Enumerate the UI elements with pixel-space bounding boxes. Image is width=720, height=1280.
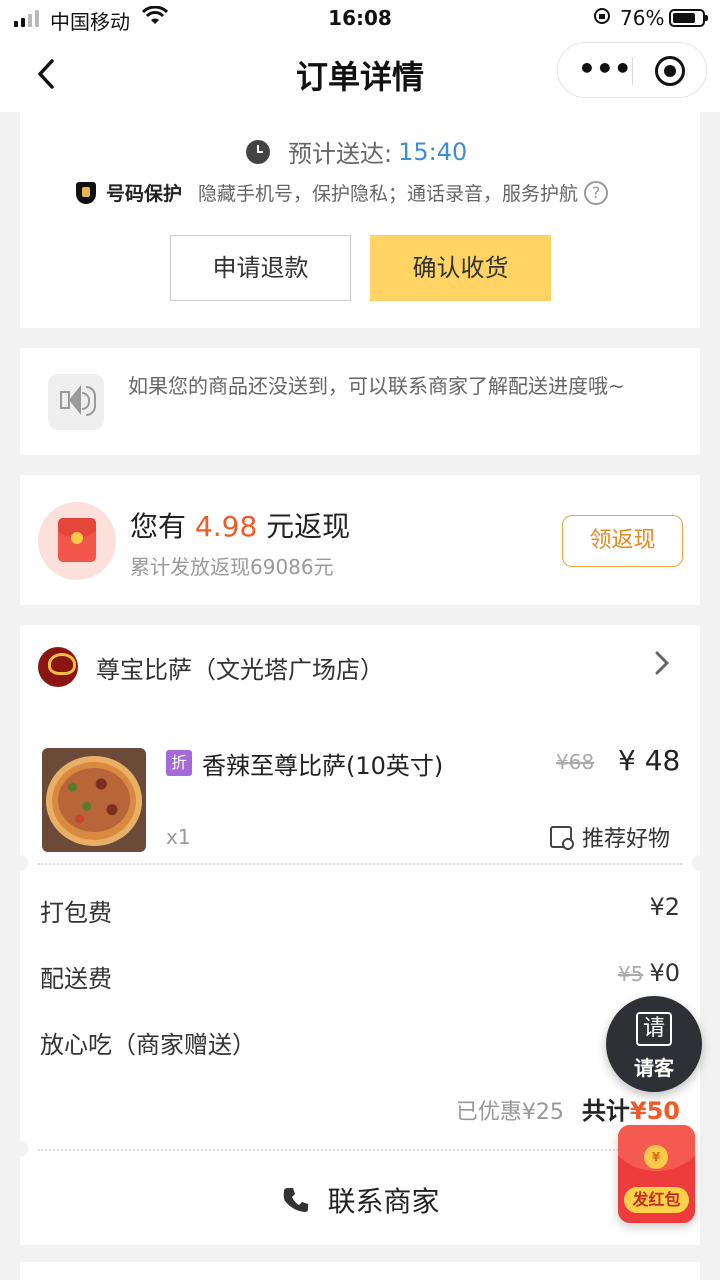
fee-value-text: ¥2 xyxy=(649,893,680,921)
recommend-label: 推荐好物 xyxy=(582,827,671,852)
cashback-suffix: 元返现 xyxy=(266,510,351,543)
phone-icon xyxy=(281,1185,320,1218)
protection-title: 号码保护 xyxy=(106,183,183,205)
product-quantity: x1 xyxy=(166,825,191,849)
total-label: 共计 xyxy=(581,1097,630,1125)
fee-label: 打包费 xyxy=(40,899,112,927)
rotation-lock-icon xyxy=(592,6,612,31)
recommend-button[interactable]: 推荐好物 xyxy=(550,821,670,853)
fee-value: ¥2 xyxy=(649,893,680,921)
fee-value: ¥5 ¥0 xyxy=(618,959,680,987)
next-card xyxy=(20,1262,700,1280)
cashback-card: 您有 4.98 元返现 累计发放返现69086元 领返现 xyxy=(20,475,700,605)
contact-label: 联系商家 xyxy=(327,1185,440,1218)
claim-cashback-button[interactable]: 领返现 xyxy=(562,515,683,567)
fee-value-text: ¥0 xyxy=(649,959,680,987)
eta-row: 预计送达: 15:40 xyxy=(246,134,467,169)
delivery-card: 预计送达: 15:40 号码保护 隐藏手机号，保护隐私；通话录音，服务护航 ? … xyxy=(20,112,700,328)
clock-time: 16:08 xyxy=(328,6,392,30)
total-value: ¥50 xyxy=(629,1097,680,1125)
battery-icon xyxy=(669,9,708,27)
cashback-title: 您有 4.98 元返现 xyxy=(130,505,350,545)
treat-icon: 请 xyxy=(636,1012,672,1046)
divider xyxy=(38,1149,682,1151)
close-target-icon[interactable] xyxy=(655,56,685,86)
mini-program-capsule: ••• xyxy=(557,42,707,98)
clock-icon xyxy=(246,139,270,164)
contact-merchant-button[interactable]: 联系商家 xyxy=(20,1180,700,1220)
delivery-notice-card: 如果您的商品还没送到，可以联系商家了解配送进度哦~ xyxy=(20,348,700,455)
help-question-icon[interactable]: ? xyxy=(584,180,609,205)
ticket-notch xyxy=(12,1141,28,1157)
capsule-divider xyxy=(632,57,633,85)
red-packet-label: 发红包 xyxy=(624,1187,689,1213)
ticket-notch xyxy=(12,855,28,871)
nav-bar: 订单详情 ••• xyxy=(0,36,720,112)
product-name: 香辣至尊比萨(10英寸) xyxy=(202,752,444,780)
product-image[interactable] xyxy=(42,748,146,852)
fee-label: 放心吃（商家赠送） xyxy=(40,1031,256,1059)
original-price: ¥68 xyxy=(556,750,595,774)
speaker-icon xyxy=(48,374,104,430)
more-dots-icon[interactable]: ••• xyxy=(578,53,632,87)
treat-button[interactable]: 请 请客 xyxy=(606,996,702,1092)
coin-icon: ¥ xyxy=(644,1145,668,1169)
notice-text: 如果您的商品还没送到，可以联系商家了解配送进度哦~ xyxy=(128,374,625,398)
number-protection-row: 号码保护 隐藏手机号，保护隐私；通话录音，服务护航 ? xyxy=(76,179,609,206)
discount-tag: 折 xyxy=(166,750,192,776)
order-card: 尊宝比萨（文光塔广场店） 折 香辣至尊比萨(10英寸) ¥68 ¥ 48 x1 … xyxy=(12,625,708,1245)
protection-desc: 隐藏手机号，保护隐私；通话录音，服务护航 xyxy=(198,183,579,205)
battery-percent: 76% xyxy=(620,6,665,30)
product-price: ¥ 48 xyxy=(618,744,681,777)
thumbs-up-icon xyxy=(550,826,574,850)
cashback-total: 累计发放返现69086元 xyxy=(130,555,334,579)
cashback-amount: 4.98 xyxy=(194,510,258,543)
shield-icon xyxy=(76,181,96,204)
fee-label: 配送费 xyxy=(40,965,112,993)
confirm-receipt-button[interactable]: 确认收货 xyxy=(370,235,551,301)
ticket-notch xyxy=(692,855,708,871)
status-bar: 中国移动 16:08 76% xyxy=(0,0,720,36)
order-summary: 已优惠¥25 共计¥50 xyxy=(456,1091,680,1126)
red-envelope-icon xyxy=(38,502,116,580)
chevron-right-icon[interactable] xyxy=(654,649,670,684)
discount-saved: 已优惠¥25 xyxy=(455,1100,564,1125)
refund-button[interactable]: 申请退款 xyxy=(170,235,351,301)
eta-label: 预计送达: xyxy=(288,140,393,168)
divider xyxy=(38,863,682,865)
send-red-packet-button[interactable]: ¥ 发红包 xyxy=(618,1125,695,1223)
cashback-prefix: 您有 xyxy=(130,510,187,543)
fee-original: ¥5 xyxy=(618,962,644,986)
shop-name[interactable]: 尊宝比萨（文光塔广场店） xyxy=(96,650,384,685)
treat-label: 请客 xyxy=(634,1056,674,1080)
shop-logo[interactable] xyxy=(38,647,78,687)
eta-time: 15:40 xyxy=(398,137,468,166)
